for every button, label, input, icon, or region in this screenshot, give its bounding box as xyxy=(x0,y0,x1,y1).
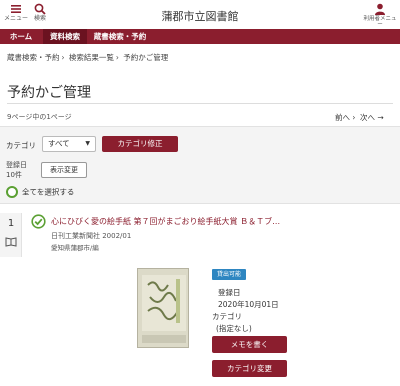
nav-catalog-reserve[interactable]: 蔵書検索・予約 xyxy=(88,29,152,44)
user-menu-label: 利用者メニュー xyxy=(363,16,397,28)
pager-prev[interactable]: 前へ › xyxy=(335,112,355,123)
view-change-button[interactable]: 表示変更 xyxy=(41,162,87,178)
reg-date-value: 2020年10月01日 xyxy=(218,300,279,309)
pager-next[interactable]: 次へ → xyxy=(360,112,384,123)
caret-down-icon: ▼ xyxy=(85,140,90,147)
item-category-label: カテゴリ xyxy=(212,312,242,321)
prev-label: 前へ xyxy=(335,113,350,122)
main-nav: ホーム 資料検索 蔵書検索・予約 xyxy=(0,29,400,44)
category-label: カテゴリ xyxy=(6,141,36,150)
category-select-value: すべて xyxy=(48,139,70,148)
breadcrumb-sep-icon: › xyxy=(115,53,119,62)
reg-date-label: 登録日 xyxy=(218,288,241,297)
check-circle-icon[interactable] xyxy=(31,214,46,229)
chevron-right-icon: › xyxy=(352,113,356,122)
book-cover-image[interactable] xyxy=(137,268,189,348)
divider xyxy=(7,103,393,104)
category-select[interactable]: すべて ▼ xyxy=(42,136,96,152)
sort-field: 登録日 xyxy=(6,161,27,169)
breadcrumb-item[interactable]: 蔵書検索・予約 xyxy=(7,53,60,62)
item-author: 愛知県蒲郡市/編 xyxy=(51,244,99,252)
item-title-link[interactable]: 心にひびく愛の絵手紙 第７回がまごおり絵手紙大賞 Ｂ＆Ｔブ… xyxy=(51,216,280,227)
category-edit-button[interactable]: カテゴリ修正 xyxy=(102,136,178,152)
sort-label: 登録日 10件 xyxy=(6,160,27,180)
breadcrumb-current: 予約かご管理 xyxy=(123,53,169,62)
status-badge: 貸出可能 xyxy=(212,269,246,280)
change-category-button[interactable]: カテゴリ変更 xyxy=(212,360,287,377)
radio-circle-icon xyxy=(6,186,18,198)
item-publisher: 日刊工業新聞社 2002/01 xyxy=(51,232,132,240)
item-number: 1 xyxy=(7,218,15,229)
user-menu-button[interactable]: 利用者メニュー xyxy=(362,2,398,28)
next-label: 次へ xyxy=(360,113,375,122)
breadcrumb: 蔵書検索・予約 › 検索結果一覧 › 予約かご管理 xyxy=(7,52,170,63)
breadcrumb-item[interactable]: 検索結果一覧 xyxy=(69,53,114,62)
page-title: 予約かご管理 xyxy=(7,85,91,101)
breadcrumb-sep-icon: › xyxy=(61,53,65,62)
book-icon xyxy=(5,237,17,247)
pager-info: 9ページ中の1ページ xyxy=(7,113,72,121)
select-all-label: 全てを選択する xyxy=(22,187,75,197)
top-bar: メニュー 検索 蒲郡市立図書館 利用者メニュー xyxy=(0,0,400,28)
nav-material-search[interactable]: 資料検索 xyxy=(43,29,87,44)
item-number-box: 1 xyxy=(0,213,22,257)
select-all-toggle[interactable]: 全てを選択する xyxy=(6,186,74,198)
site-title: 蒲郡市立図書館 xyxy=(161,10,239,23)
item-category-value: (指定なし) xyxy=(216,324,252,333)
user-icon xyxy=(362,2,398,16)
nav-home[interactable]: ホーム xyxy=(0,29,42,44)
arrow-right-icon: → xyxy=(377,113,384,122)
write-memo-button[interactable]: メモを書く xyxy=(212,336,287,353)
sort-count: 10件 xyxy=(6,171,22,179)
